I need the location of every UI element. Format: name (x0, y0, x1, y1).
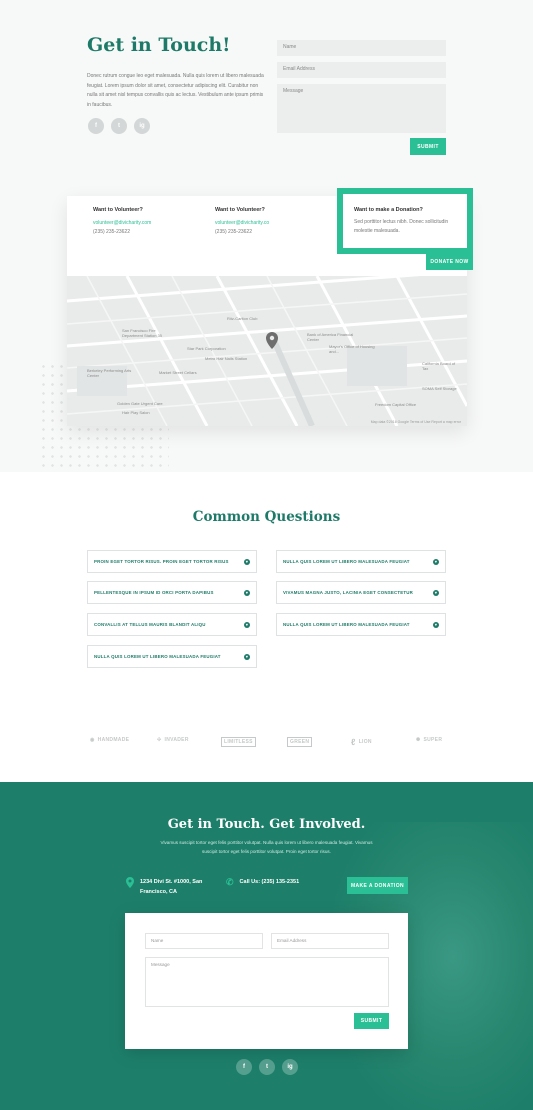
logo-text: GREEN (290, 739, 310, 745)
email-field[interactable]: Email Address (271, 933, 389, 949)
partner-logo: ℓ LION (351, 737, 372, 747)
twitter-icon[interactable]: t (111, 118, 127, 134)
volunteer-phone: (235) 235-23622 (93, 229, 130, 235)
faq-question: NULLA QUIS LOREM UT LIBERO MALESUADA FEU… (283, 559, 410, 564)
logo-text: SUPER (423, 737, 443, 743)
facebook-icon[interactable]: f (236, 1059, 252, 1075)
phone-text[interactable]: Call Us: (235) 135-2351 (240, 877, 300, 887)
address-text: 1234 Divi St. #1000, San Francisco, CA (140, 879, 203, 895)
donation-text: Sed porttitor lectus nibh. Donec sollici… (354, 219, 449, 234)
social-links: f t ig (88, 118, 150, 134)
chevron-down-icon: ▾ (433, 621, 439, 628)
instagram-icon[interactable]: ig (282, 1059, 298, 1075)
faq-question: VIVAMUS MAGNA JUSTO, LACINIA EGET CONSEC… (283, 590, 413, 595)
location-pin-icon (126, 877, 134, 888)
intro-text: Donec rutrum congue leo eget malesuada. … (87, 73, 264, 108)
logo-mark-icon: ◉ (90, 737, 95, 743)
faq-item[interactable]: NULLA QUIS LOREM UT LIBERO MALESUADA FEU… (276, 613, 446, 636)
map-label: Ritz-Carlton Club (227, 316, 258, 321)
partner-logo: ◉ HANDMADE (90, 737, 129, 743)
partner-logo: GREEN (287, 737, 313, 747)
donate-now-button[interactable]: DONATE NOW (426, 253, 473, 270)
map-label: Hair Play Salon (122, 410, 150, 415)
map[interactable]: San Francisco Fire Department Station 35… (67, 276, 467, 426)
faq-question: PROIN EGET TORTOR RISUS. PROIN EGET TORT… (94, 559, 229, 564)
logo-mark-icon: ✺ (416, 737, 421, 743)
map-label: Bank of America Financial Center (307, 332, 354, 342)
map-label: Freedom Capital Office (375, 402, 417, 407)
map-label: Golden Gate Urgent Care (117, 401, 163, 406)
volunteer-block-1: Want to Volunteer? volunteer@divicharity… (93, 206, 151, 237)
faq-question: NULLA QUIS LOREM UT LIBERO MALESUADA FEU… (94, 654, 221, 659)
partner-logo: ✣ INVADER (157, 737, 189, 743)
chevron-down-icon: ▾ (433, 558, 439, 565)
email-field[interactable]: Email Address (277, 62, 446, 78)
logo-text: LION (358, 739, 372, 745)
instagram-icon[interactable]: ig (134, 118, 150, 134)
volunteer-title: Want to Volunteer? (93, 207, 143, 213)
logo-mark-icon: ℓ (351, 737, 356, 747)
faq-item[interactable]: PROIN EGET TORTOR RISUS. PROIN EGET TORT… (87, 550, 257, 573)
chevron-down-icon: ▾ (244, 558, 250, 565)
map-label: Market Street Cellars (159, 370, 197, 375)
volunteer-phone: (235) 235-23622 (215, 229, 252, 235)
message-field[interactable]: Message (277, 84, 446, 133)
donation-title: Want to make a Donation? (354, 207, 423, 213)
map-label: Metro Hair Nails Station (205, 356, 248, 361)
name-field[interactable]: Name (145, 933, 263, 949)
make-donation-button[interactable]: MAKE A DONATION (347, 877, 408, 894)
map-label: California Board of Tax (422, 361, 456, 371)
faq-item[interactable]: PELLENTESQUE IN IPSUM ID ORCI PORTA DAPI… (87, 581, 257, 604)
logo-text: LIMITLESS (224, 739, 253, 745)
partner-logo: ✺ SUPER (416, 737, 442, 743)
chevron-down-icon: ▾ (244, 653, 250, 660)
volunteer-email-link[interactable]: volunteer@divicharity.com (93, 219, 151, 228)
logo-text: INVADER (164, 737, 189, 743)
get-involved-subtitle: Vivamus suscipit tortor eget felis portt… (160, 840, 373, 854)
faq-title: Common Questions (192, 509, 341, 525)
submit-button[interactable]: SUBMIT (410, 138, 446, 155)
chevron-down-icon: ▾ (244, 621, 250, 628)
map-label: Mayor's Office of Housing and... (329, 344, 375, 354)
volunteer-block-2: Want to Volunteer? volunteer@divicharity… (215, 206, 269, 237)
faq-item[interactable]: CONVALLIS AT TELLUS MAURIS BLANDIT ALIQU… (87, 613, 257, 636)
faq-question: CONVALLIS AT TELLUS MAURIS BLANDIT ALIQU (94, 622, 206, 627)
twitter-icon[interactable]: t (259, 1059, 275, 1075)
volunteer-email-link[interactable]: volunteer@divicharity.co (215, 219, 269, 228)
map-label: Berkeley Performing Arts Center (87, 368, 132, 378)
message-field[interactable]: Message (145, 957, 389, 1007)
map-label: Star Park Corporation (187, 346, 226, 351)
footer-social-links: f t ig (236, 1059, 298, 1075)
footer-contact-form: Name Email Address Message SUBMIT (125, 913, 408, 1049)
faq-item[interactable]: VIVAMUS MAGNA JUSTO, LACINIA EGET CONSEC… (276, 581, 446, 604)
faq-item[interactable]: NULLA QUIS LOREM UT LIBERO MALESUADA FEU… (87, 645, 257, 668)
chevron-down-icon: ▾ (244, 589, 250, 596)
map-label: SOMA Self Storage (422, 386, 457, 391)
chevron-down-icon: ▾ (433, 589, 439, 596)
phone-block: ✆ Call Us: (235) 135-2351 (226, 877, 299, 887)
partner-logo: LIMITLESS (221, 737, 256, 747)
faq-question: NULLA QUIS LOREM UT LIBERO MALESUADA FEU… (283, 622, 410, 627)
address-block: 1234 Divi St. #1000, San Francisco, CA (126, 877, 215, 897)
get-involved-title: Get in Touch. Get Involved. (167, 817, 366, 832)
map-label: San Francisco Fire Department Station 35 (122, 328, 163, 338)
map-attribution[interactable]: Map data ©2016 Google Terms of Use Repor… (371, 420, 461, 424)
donation-card: Want to make a Donation? Sed porttitor l… (337, 188, 473, 254)
facebook-icon[interactable]: f (88, 118, 104, 134)
volunteer-title: Want to Volunteer? (215, 207, 265, 213)
faq-item[interactable]: NULLA QUIS LOREM UT LIBERO MALESUADA FEU… (276, 550, 446, 573)
logo-text: HANDMADE (97, 737, 130, 743)
name-field[interactable]: Name (277, 40, 446, 56)
submit-button[interactable]: SUBMIT (354, 1013, 389, 1029)
logo-mark-icon: ✣ (157, 737, 162, 743)
phone-icon: ✆ (226, 877, 234, 887)
page-title: Get in Touch! (87, 34, 231, 56)
faq-question: PELLENTESQUE IN IPSUM ID ORCI PORTA DAPI… (94, 590, 214, 595)
